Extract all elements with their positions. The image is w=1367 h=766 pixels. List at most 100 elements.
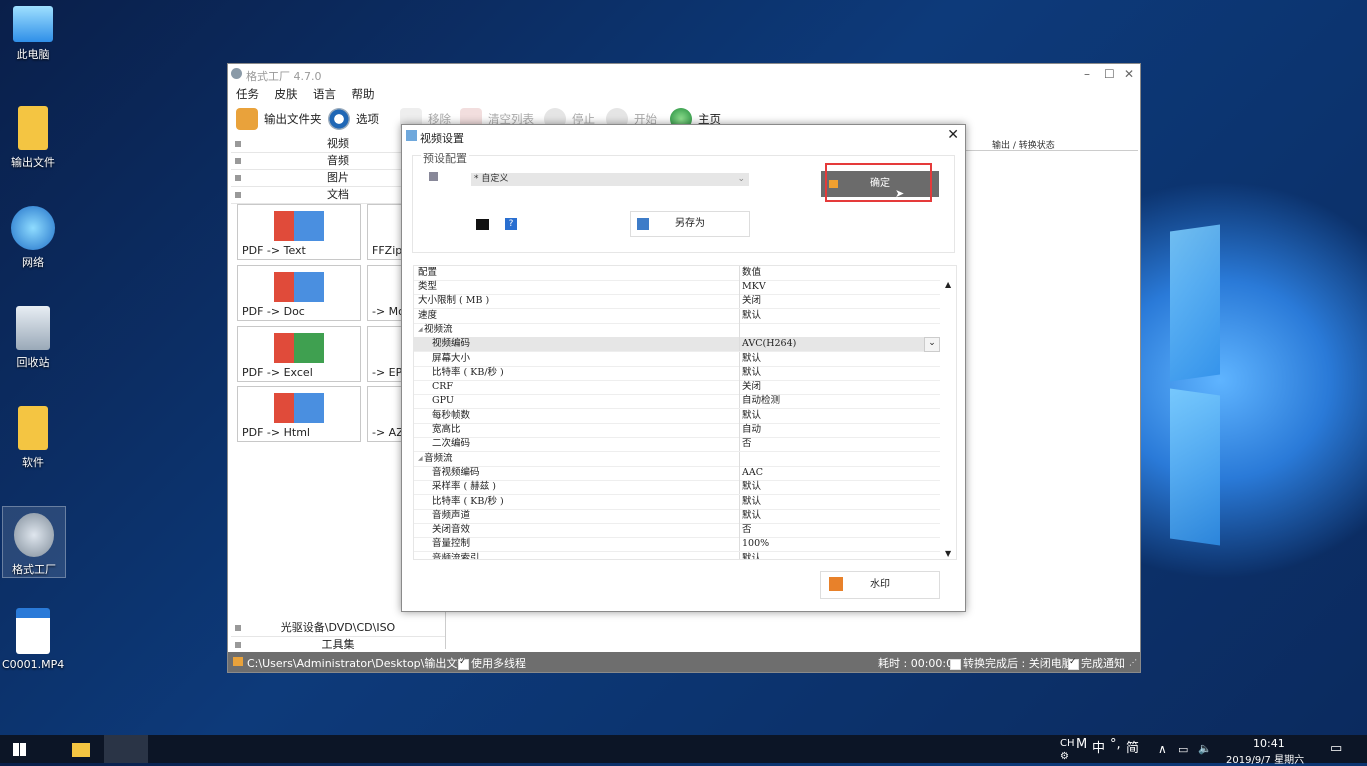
close-icon[interactable]: ✕ [947, 127, 959, 143]
taskbar: CH M 中 °, 简 ⚙ ∧ ▭ 🔈 10:41 2019/9/7 星期六 ▭ [0, 735, 1367, 766]
grid-row-value[interactable]: 关闭 [742, 380, 761, 394]
grid-row-value[interactable]: MKV [742, 280, 766, 294]
output-folder-button[interactable]: 输出文件夹 [236, 108, 322, 130]
grid-row[interactable]: 音量控制 100% [414, 537, 940, 553]
grid-row-value[interactable]: 否 [742, 437, 752, 451]
grid-row-value[interactable]: 默认 [742, 509, 761, 523]
grid-row-value[interactable]: AAC [742, 466, 763, 480]
chevron-down-icon[interactable]: ⌄ [924, 337, 940, 353]
menu-help[interactable]: 帮助 [352, 87, 375, 101]
grid-row[interactable]: 宽高比 自动 [414, 423, 940, 438]
tile-pdf-doc[interactable]: PDF -> Doc [237, 265, 361, 321]
grid-row[interactable]: 屏幕大小 默认 [414, 351, 940, 367]
expand-triangle-icon[interactable]: ◢ [418, 323, 423, 337]
grid-row[interactable]: 视频编码 AVC(H264) ⌄ [414, 337, 940, 353]
grid-row-value[interactable]: 默认 [742, 352, 761, 366]
tile-pdf-html[interactable]: PDF -> Html [237, 386, 361, 442]
help-icon[interactable]: ? [505, 218, 517, 230]
grid-row-key: 采样率 ( 赫兹 ) [432, 481, 496, 493]
output-path[interactable]: C:\Users\Administrator\Desktop\输出文件 [247, 655, 468, 671]
grid-row-value[interactable]: 默认 [742, 309, 761, 323]
ime-simplified[interactable]: 简 [1126, 737, 1139, 756]
maximize-icon[interactable]: ☐ [1104, 67, 1115, 81]
grid-row[interactable]: 音频流索引 默认 [414, 551, 940, 559]
desktop-icon-network[interactable]: 网络 [2, 206, 64, 270]
grid-row-value[interactable]: 关闭 [742, 294, 761, 308]
grid-row-value[interactable]: 默认 [742, 480, 761, 494]
grid-row-value[interactable]: 否 [742, 523, 752, 537]
watermark-button[interactable]: 水印 [820, 571, 940, 599]
file-explorer-icon[interactable] [72, 743, 90, 757]
grid-row[interactable]: 二次编码 否 [414, 437, 940, 453]
grid-row[interactable]: 关闭音效 否 [414, 523, 940, 539]
tile-pdf-excel[interactable]: PDF -> Excel [237, 326, 361, 382]
grid-row-key: 音量控制 [432, 538, 471, 550]
notification-icon[interactable]: ▭ [1330, 741, 1342, 756]
grid-row[interactable]: 大小限制 ( MB ) 关闭 [414, 294, 940, 310]
menu-task[interactable]: 任务 [236, 87, 259, 101]
grid-row[interactable]: 类型 MKV [414, 280, 940, 295]
format-factory-taskbar-icon[interactable] [104, 735, 148, 763]
desktop-icon-output-folder[interactable]: 输出文件 [2, 106, 64, 170]
grid-row[interactable]: 比特率 ( KB/秒 ) 默认 [414, 494, 940, 510]
desktop-icon-video-file[interactable]: C0001.MP4 [2, 608, 64, 671]
grid-row-value[interactable]: AVC(H264) [742, 337, 796, 351]
grid-row-value[interactable]: 默认 [742, 366, 761, 380]
command-line-icon[interactable] [476, 219, 489, 230]
clock-time[interactable]: 10:41 [1253, 737, 1285, 750]
grid-row[interactable]: 速度 默认 [414, 308, 940, 324]
desktop-icon-label: 输出文件 [11, 156, 55, 169]
clock-date[interactable]: 2019/9/7 星期六 [1226, 751, 1304, 766]
desktop-icon-software[interactable]: 软件 [2, 406, 64, 470]
grid-row-value[interactable]: 自动 [742, 423, 761, 437]
grid-row-value[interactable]: 默认 [742, 409, 761, 423]
after-convert-checkbox[interactable]: 转换完成后 : 关闭电脑 [950, 655, 1073, 671]
grid-row[interactable]: 音视频编码 AAC [414, 465, 940, 481]
preset-select[interactable]: * 自定义 ⌄ [471, 173, 749, 186]
category-label: 文档 [327, 188, 349, 201]
grid-row-value[interactable]: 100% [742, 537, 769, 551]
ime-zh[interactable]: 中 [1092, 737, 1105, 756]
scroll-up-icon[interactable]: ▲ [945, 280, 951, 289]
grid-row[interactable]: 比特率 ( KB/秒 ) 默认 [414, 365, 940, 381]
network-icon[interactable]: ▭ [1178, 743, 1188, 756]
volume-icon[interactable]: 🔈 [1198, 742, 1212, 755]
windows-start-icon[interactable] [13, 743, 26, 756]
desktop-icon-label: 格式工厂 [12, 563, 56, 576]
desktop-icon-format-factory[interactable]: 格式工厂 [2, 506, 66, 578]
grid-row[interactable]: CRF 关闭 [414, 380, 940, 396]
grid-group-row[interactable]: ◢ 音频流 [414, 451, 940, 467]
scrollbar[interactable]: ▲ ▼ [942, 280, 956, 558]
chevron-up-icon[interactable]: ∧ [1158, 742, 1167, 756]
grid-row-value[interactable]: 默认 [742, 552, 761, 559]
save-as-button[interactable]: 另存为 [630, 211, 750, 237]
settings-gear-icon[interactable]: ⚙ [1060, 751, 1069, 762]
grid-row-key: 大小限制 ( MB ) [418, 295, 490, 307]
multithread-checkbox[interactable]: 使用多线程 [458, 655, 526, 671]
minimize-icon[interactable]: – [1084, 67, 1090, 81]
desktop-icon-label: 此电脑 [16, 48, 50, 61]
tile-pdf-text[interactable]: PDF -> Text [237, 204, 361, 260]
ime-ch[interactable]: CH [1060, 738, 1075, 749]
ime-punct[interactable]: °, [1110, 737, 1121, 752]
expand-triangle-icon[interactable]: ◢ [418, 452, 423, 466]
grid-row[interactable]: GPU 自动检测 [414, 394, 940, 410]
category-optical-drive[interactable]: 光驱设备\DVD\CD\ISO [231, 620, 445, 637]
desktop-icon-recycle-bin[interactable]: 回收站 [2, 306, 64, 370]
menu-skin[interactable]: 皮肤 [275, 87, 298, 101]
ime-m[interactable]: M [1076, 737, 1087, 752]
grid-row-value[interactable]: 自动检测 [742, 394, 780, 408]
notify-checkbox[interactable]: 完成通知 [1068, 655, 1125, 671]
grid-row-value[interactable]: 默认 [742, 495, 761, 509]
options-button[interactable]: 选项 [328, 108, 379, 130]
menu-language[interactable]: 语言 [313, 87, 336, 101]
grid-row[interactable]: 采样率 ( 赫兹 ) 默认 [414, 480, 940, 496]
grid-group-row[interactable]: ◢ 视频流 [414, 322, 940, 338]
grid-row[interactable]: 音频声道 默认 [414, 508, 940, 524]
close-icon[interactable]: ✕ [1124, 67, 1134, 81]
scroll-down-icon[interactable]: ▼ [945, 549, 951, 558]
resize-grip-icon[interactable]: ⋰ [1129, 658, 1137, 667]
grid-row[interactable]: 每秒帧数 默认 [414, 408, 940, 424]
desktop-icon-this-pc[interactable]: 此电脑 [2, 6, 64, 62]
elapsed-time: 耗时 : 00:00:00 [878, 657, 961, 670]
